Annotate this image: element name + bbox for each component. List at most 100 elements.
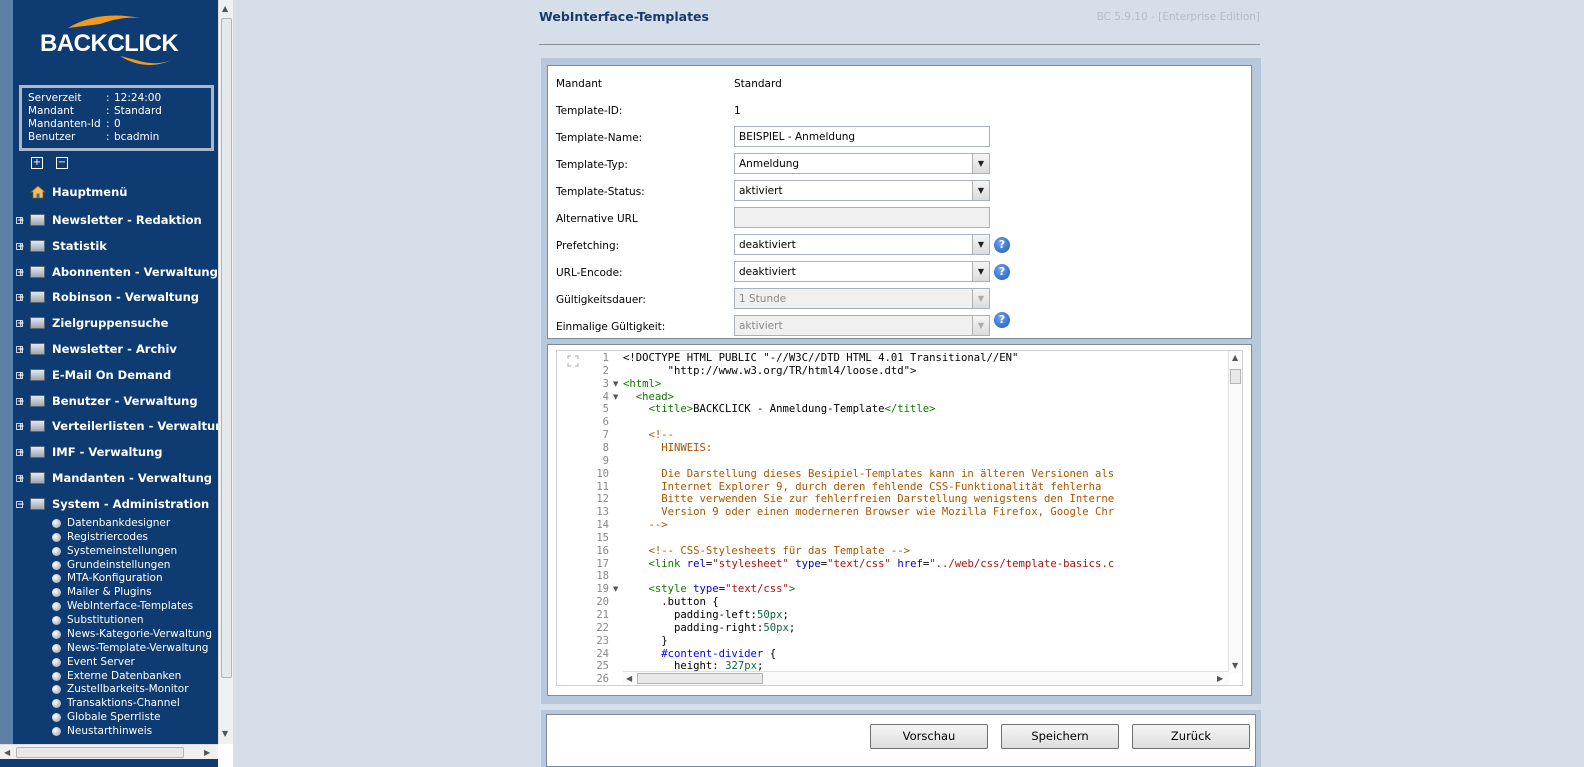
preview-button[interactable]: Vorschau <box>870 724 988 749</box>
nav-item[interactable]: + Statistik <box>0 236 218 256</box>
nav-item[interactable]: + Verteilerlisten - Verwaltung <box>0 416 218 436</box>
prefetching-select[interactable]: deaktiviert ▼ <box>734 234 990 255</box>
fold-arrow-icon[interactable]: ▼ <box>613 380 618 388</box>
bullet-icon <box>52 726 61 736</box>
tree-toggle-icon[interactable]: + <box>16 422 25 431</box>
url-encode-select[interactable]: deaktiviert ▼ <box>734 261 990 282</box>
scroll-up-arrow-icon[interactable]: ▲ <box>222 4 228 13</box>
sub-nav-item[interactable]: Substitutionen <box>52 613 144 627</box>
scroll-thumb[interactable] <box>637 673 763 684</box>
scroll-down-arrow-icon[interactable]: ▼ <box>222 729 228 738</box>
sub-nav-item[interactable]: Systemeinstellungen <box>52 544 177 558</box>
help-icon[interactable]: ? <box>994 237 1010 253</box>
code-line: <html> <box>623 378 661 391</box>
nav-item[interactable]: + Benutzer - Verwaltung <box>0 391 218 411</box>
code-line: Die Darstellung dieses Besipiel-Template… <box>623 468 1114 481</box>
code-line: --> <box>623 519 668 532</box>
bullet-icon <box>52 587 61 597</box>
info-key: Benutzer <box>28 131 76 143</box>
line-number: 17 <box>596 558 609 570</box>
sub-nav-item[interactable]: Mailer & Plugins <box>52 585 152 599</box>
tree-toggle-icon[interactable]: + <box>16 474 25 483</box>
tree-toggle-icon[interactable]: + <box>16 216 25 225</box>
scroll-thumb[interactable] <box>16 747 184 758</box>
sub-nav-item-label: Datenbankdesigner <box>67 517 171 529</box>
info-value: 0 <box>114 118 121 130</box>
sub-nav-item[interactable]: Zustellbarkeits-Monitor <box>52 682 189 696</box>
nav-item[interactable]: + Zielgruppensuche <box>0 313 218 333</box>
fold-arrow-icon[interactable]: ▼ <box>613 393 618 401</box>
code-line: <!-- CSS-Stylesheets für das Template --… <box>623 545 911 558</box>
line-number-gutter: 1 2 3 ▼ 4 ▼ 5 6 7 8 9 10 11 12 13 14 15 16 17 18 19 ▼ 20 21 22 23… <box>557 351 623 685</box>
info-sep: : <box>106 131 110 143</box>
nav-item[interactable]: + E-Mail On Demand <box>0 365 218 385</box>
tree-toggle-icon[interactable]: + <box>16 268 25 277</box>
folder-icon <box>30 472 45 484</box>
sub-nav-item[interactable]: Externe Datenbanken <box>52 669 181 683</box>
tree-toggle-icon[interactable]: + <box>16 319 25 328</box>
template-status-select[interactable]: aktiviert ▼ <box>734 180 990 201</box>
code-editor[interactable]: 1 2 3 ▼ 4 ▼ 5 6 7 8 9 10 11 12 13 14 15 16 17 18 19 ▼ 20 21 22 23… <box>556 350 1243 686</box>
sub-nav-item[interactable]: Event Server <box>52 655 135 669</box>
editor-vertical-scrollbar[interactable]: ▲ ▼ <box>1228 351 1242 673</box>
fold-arrow-icon[interactable]: ▼ <box>613 585 618 593</box>
code-token: > <box>788 583 796 595</box>
dropdown-arrow-icon[interactable]: ▼ <box>972 154 989 173</box>
dropdown-arrow-icon[interactable]: ▼ <box>972 262 989 281</box>
tree-toggle-icon[interactable]: + <box>16 397 25 406</box>
code-area[interactable]: <!DOCTYPE HTML PUBLIC "-//W3C//DTD HTML … <box>623 351 1229 671</box>
tree-toggle-icon[interactable]: + <box>16 293 25 302</box>
nav-item[interactable]: + Newsletter - Archiv <box>0 339 218 359</box>
expand-all-button[interactable]: + <box>31 157 43 169</box>
dropdown-arrow-icon[interactable]: ▼ <box>972 181 989 200</box>
editor-horizontal-scrollbar[interactable]: ◀ ▶ <box>623 671 1229 685</box>
nav-item[interactable]: + Newsletter - Redaktion <box>0 210 218 230</box>
nav-item[interactable]: + Mandanten - Verwaltung <box>0 468 218 488</box>
sidebar-horizontal-scrollbar[interactable]: ◀ ▶ <box>0 744 218 759</box>
template-typ-select[interactable]: Anmeldung ▼ <box>734 153 990 174</box>
scroll-right-arrow-icon[interactable]: ▶ <box>1217 674 1223 683</box>
tree-toggle-icon[interactable]: + <box>16 242 25 251</box>
collapse-all-button[interactable]: − <box>56 157 68 169</box>
scroll-left-arrow-icon[interactable]: ◀ <box>4 748 10 757</box>
scroll-down-arrow-icon[interactable]: ▼ <box>1232 661 1238 670</box>
dropdown-arrow-icon[interactable]: ▼ <box>972 235 989 254</box>
sidebar-vertical-scrollbar[interactable]: ▲ ▼ <box>218 0 233 744</box>
sub-nav-item[interactable]: Registriercodes <box>52 530 148 544</box>
nav-item[interactable]: + IMF - Verwaltung <box>0 442 218 462</box>
save-button[interactable]: Speichern <box>1001 724 1119 749</box>
scroll-thumb[interactable] <box>221 18 232 678</box>
line-number: 14 <box>596 519 609 531</box>
sub-nav-item[interactable]: WebInterface-Templates <box>52 599 193 613</box>
sub-nav-item[interactable]: Datenbankdesigner <box>52 516 170 530</box>
sub-nav-item[interactable]: News-Template-Verwaltung <box>52 641 208 655</box>
title-divider <box>539 44 1260 45</box>
sub-nav-item[interactable]: News-Kategorie-Verwaltung <box>52 627 212 641</box>
sub-nav-item-label: Substitutionen <box>67 614 144 626</box>
sub-nav-item[interactable]: Globale Sperrliste <box>52 710 160 724</box>
bullet-icon <box>52 615 61 625</box>
code-token: padding-left: <box>623 609 757 621</box>
tree-toggle-icon[interactable]: + <box>16 448 25 457</box>
help-icon[interactable]: ? <box>994 264 1010 280</box>
row-template-id: Template-ID: 1 <box>548 99 1251 126</box>
nav-home[interactable]: Hauptmenü <box>0 182 218 202</box>
nav-item[interactable]: + Abonnenten - Verwaltung <box>0 262 218 282</box>
scroll-up-arrow-icon[interactable]: ▲ <box>1232 353 1238 362</box>
tree-toggle-icon[interactable]: + <box>16 371 25 380</box>
scroll-thumb[interactable] <box>1230 369 1241 384</box>
nav-item[interactable]: − System - Administration <box>0 494 218 514</box>
sub-nav-item[interactable]: Neustarthinweis <box>52 724 152 738</box>
scroll-left-arrow-icon[interactable]: ◀ <box>626 674 632 683</box>
sub-nav-item[interactable]: MTA-Konfiguration <box>52 571 163 585</box>
scroll-right-arrow-icon[interactable]: ▶ <box>204 748 210 757</box>
template-name-input[interactable] <box>734 126 990 147</box>
tree-toggle-icon[interactable]: − <box>16 500 25 509</box>
back-button[interactable]: Zurück <box>1132 724 1250 749</box>
sub-nav-item[interactable]: Transaktions-Channel <box>52 696 180 710</box>
nav-item-label: System - Administration <box>52 497 210 511</box>
help-icon[interactable]: ? <box>994 312 1010 328</box>
tree-toggle-icon[interactable]: + <box>16 345 25 354</box>
nav-item[interactable]: + Robinson - Verwaltung <box>0 287 218 307</box>
sub-nav-item[interactable]: Grundeinstellungen <box>52 558 170 572</box>
